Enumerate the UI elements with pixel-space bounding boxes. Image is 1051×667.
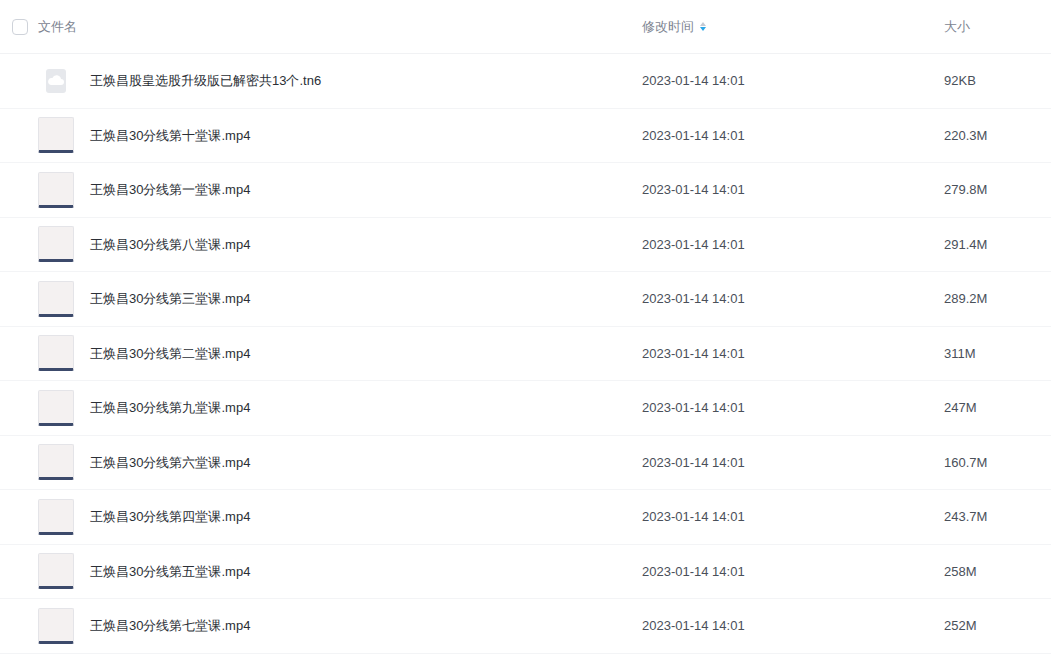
modified-time: 2023-01-14 14:01 (642, 71, 944, 91)
name-cell: 王焕昌30分线第四堂课.mp4 (0, 499, 642, 535)
modified-time: 2023-01-14 14:01 (642, 398, 944, 418)
file-size: 289.2M (944, 289, 1051, 309)
video-thumbnail (38, 444, 74, 480)
file-size: 258M (944, 562, 1051, 582)
name-cell: 王焕昌30分线第五堂课.mp4 (0, 553, 642, 589)
file-size: 220.3M (944, 126, 1051, 146)
sort-up-icon (700, 22, 706, 26)
name-cell: 王焕昌30分线第一堂课.mp4 (0, 172, 642, 208)
file-row[interactable]: 王焕昌30分线第十堂课.mp4 2023-01-14 14:01220.3M (0, 109, 1051, 164)
file-name[interactable]: 王焕昌30分线第一堂课.mp4 (90, 180, 250, 200)
column-label[interactable]: 文件名 (38, 17, 77, 37)
video-thumbnail (38, 172, 74, 208)
file-name[interactable]: 王焕昌30分线第七堂课.mp4 (90, 616, 250, 636)
file-name[interactable]: 王焕昌30分线第十堂课.mp4 (90, 126, 250, 146)
select-all-checkbox[interactable] (12, 19, 28, 35)
video-thumbnail (38, 390, 74, 426)
column-label[interactable]: 修改时间 (642, 17, 694, 37)
sort-down-icon (700, 27, 706, 31)
file-name[interactable]: 王焕昌30分线第三堂课.mp4 (90, 289, 250, 309)
column-header[interactable]: 修改时间 (642, 17, 944, 37)
file-row[interactable]: 王焕昌30分线第二堂课.mp4 2023-01-14 14:01311M (0, 327, 1051, 382)
column-header[interactable]: 大小 (944, 17, 1051, 37)
file-row[interactable]: 王焕昌30分线第八堂课.mp4 2023-01-14 14:01291.4M (0, 218, 1051, 273)
name-cell: 王焕昌30分线第三堂课.mp4 (0, 281, 642, 317)
file-size: 311M (944, 344, 1051, 364)
file-row[interactable]: 王焕昌30分线第九堂课.mp4 2023-01-14 14:01247M (0, 381, 1051, 436)
file-size: 252M (944, 616, 1051, 636)
modified-time: 2023-01-14 14:01 (642, 507, 944, 527)
file-name[interactable]: 王焕昌30分线第二堂课.mp4 (90, 344, 250, 364)
modified-time: 2023-01-14 14:01 (642, 453, 944, 473)
name-cell: 王焕昌30分线第八堂课.mp4 (0, 226, 642, 262)
video-thumbnail (38, 335, 74, 371)
sort-icon[interactable] (700, 22, 706, 31)
modified-time: 2023-01-14 14:01 (642, 235, 944, 255)
name-cell: 王焕昌30分线第二堂课.mp4 (0, 335, 642, 371)
video-thumbnail (38, 608, 74, 644)
name-cell: 王焕昌30分线第六堂课.mp4 (0, 444, 642, 480)
file-list: 文件名 修改时间 大小王焕昌股皇选股升级版已解密共13个.tn6 2023-01-14… (0, 0, 1051, 654)
name-cell: 王焕昌30分线第七堂课.mp4 (0, 608, 642, 644)
file-icon (38, 63, 74, 99)
file-size: 279.8M (944, 180, 1051, 200)
modified-time: 2023-01-14 14:01 (642, 126, 944, 146)
file-row[interactable]: 王焕昌30分线第六堂课.mp4 2023-01-14 14:01160.7M (0, 436, 1051, 491)
file-name[interactable]: 王焕昌30分线第八堂课.mp4 (90, 235, 250, 255)
name-cell: 王焕昌30分线第十堂课.mp4 (0, 117, 642, 153)
modified-time: 2023-01-14 14:01 (642, 289, 944, 309)
file-row[interactable]: 王焕昌30分线第五堂课.mp4 2023-01-14 14:01258M (0, 545, 1051, 600)
column-label[interactable]: 大小 (944, 17, 970, 37)
file-row[interactable]: 王焕昌30分线第三堂课.mp4 2023-01-14 14:01289.2M (0, 272, 1051, 327)
video-thumbnail (38, 499, 74, 535)
modified-time: 2023-01-14 14:01 (642, 180, 944, 200)
file-name[interactable]: 王焕昌30分线第五堂课.mp4 (90, 562, 250, 582)
file-row[interactable]: 王焕昌股皇选股升级版已解密共13个.tn6 2023-01-14 14:0192K… (0, 54, 1051, 109)
name-cell: 王焕昌30分线第九堂课.mp4 (0, 390, 642, 426)
file-size: 160.7M (944, 453, 1051, 473)
file-name[interactable]: 王焕昌股皇选股升级版已解密共13个.tn6 (90, 71, 321, 91)
file-size: 243.7M (944, 507, 1051, 527)
video-thumbnail (38, 117, 74, 153)
modified-time: 2023-01-14 14:01 (642, 344, 944, 364)
video-thumbnail (38, 226, 74, 262)
file-name[interactable]: 王焕昌30分线第九堂课.mp4 (90, 398, 250, 418)
modified-time: 2023-01-14 14:01 (642, 616, 944, 636)
video-thumbnail (38, 553, 74, 589)
table-header: 文件名 修改时间 大小 (0, 0, 1051, 54)
file-size: 247M (944, 398, 1051, 418)
file-name[interactable]: 王焕昌30分线第六堂课.mp4 (90, 453, 250, 473)
column-header[interactable]: 文件名 (0, 17, 642, 37)
modified-time: 2023-01-14 14:01 (642, 562, 944, 582)
file-size: 291.4M (944, 235, 1051, 255)
file-name[interactable]: 王焕昌30分线第四堂课.mp4 (90, 507, 250, 527)
file-row[interactable]: 王焕昌30分线第一堂课.mp4 2023-01-14 14:01279.8M (0, 163, 1051, 218)
file-row[interactable]: 王焕昌30分线第七堂课.mp4 2023-01-14 14:01252M (0, 599, 1051, 654)
name-cell: 王焕昌股皇选股升级版已解密共13个.tn6 (0, 63, 642, 99)
file-row[interactable]: 王焕昌30分线第四堂课.mp4 2023-01-14 14:01243.7M (0, 490, 1051, 545)
video-thumbnail (38, 281, 74, 317)
file-size: 92KB (944, 71, 1051, 91)
